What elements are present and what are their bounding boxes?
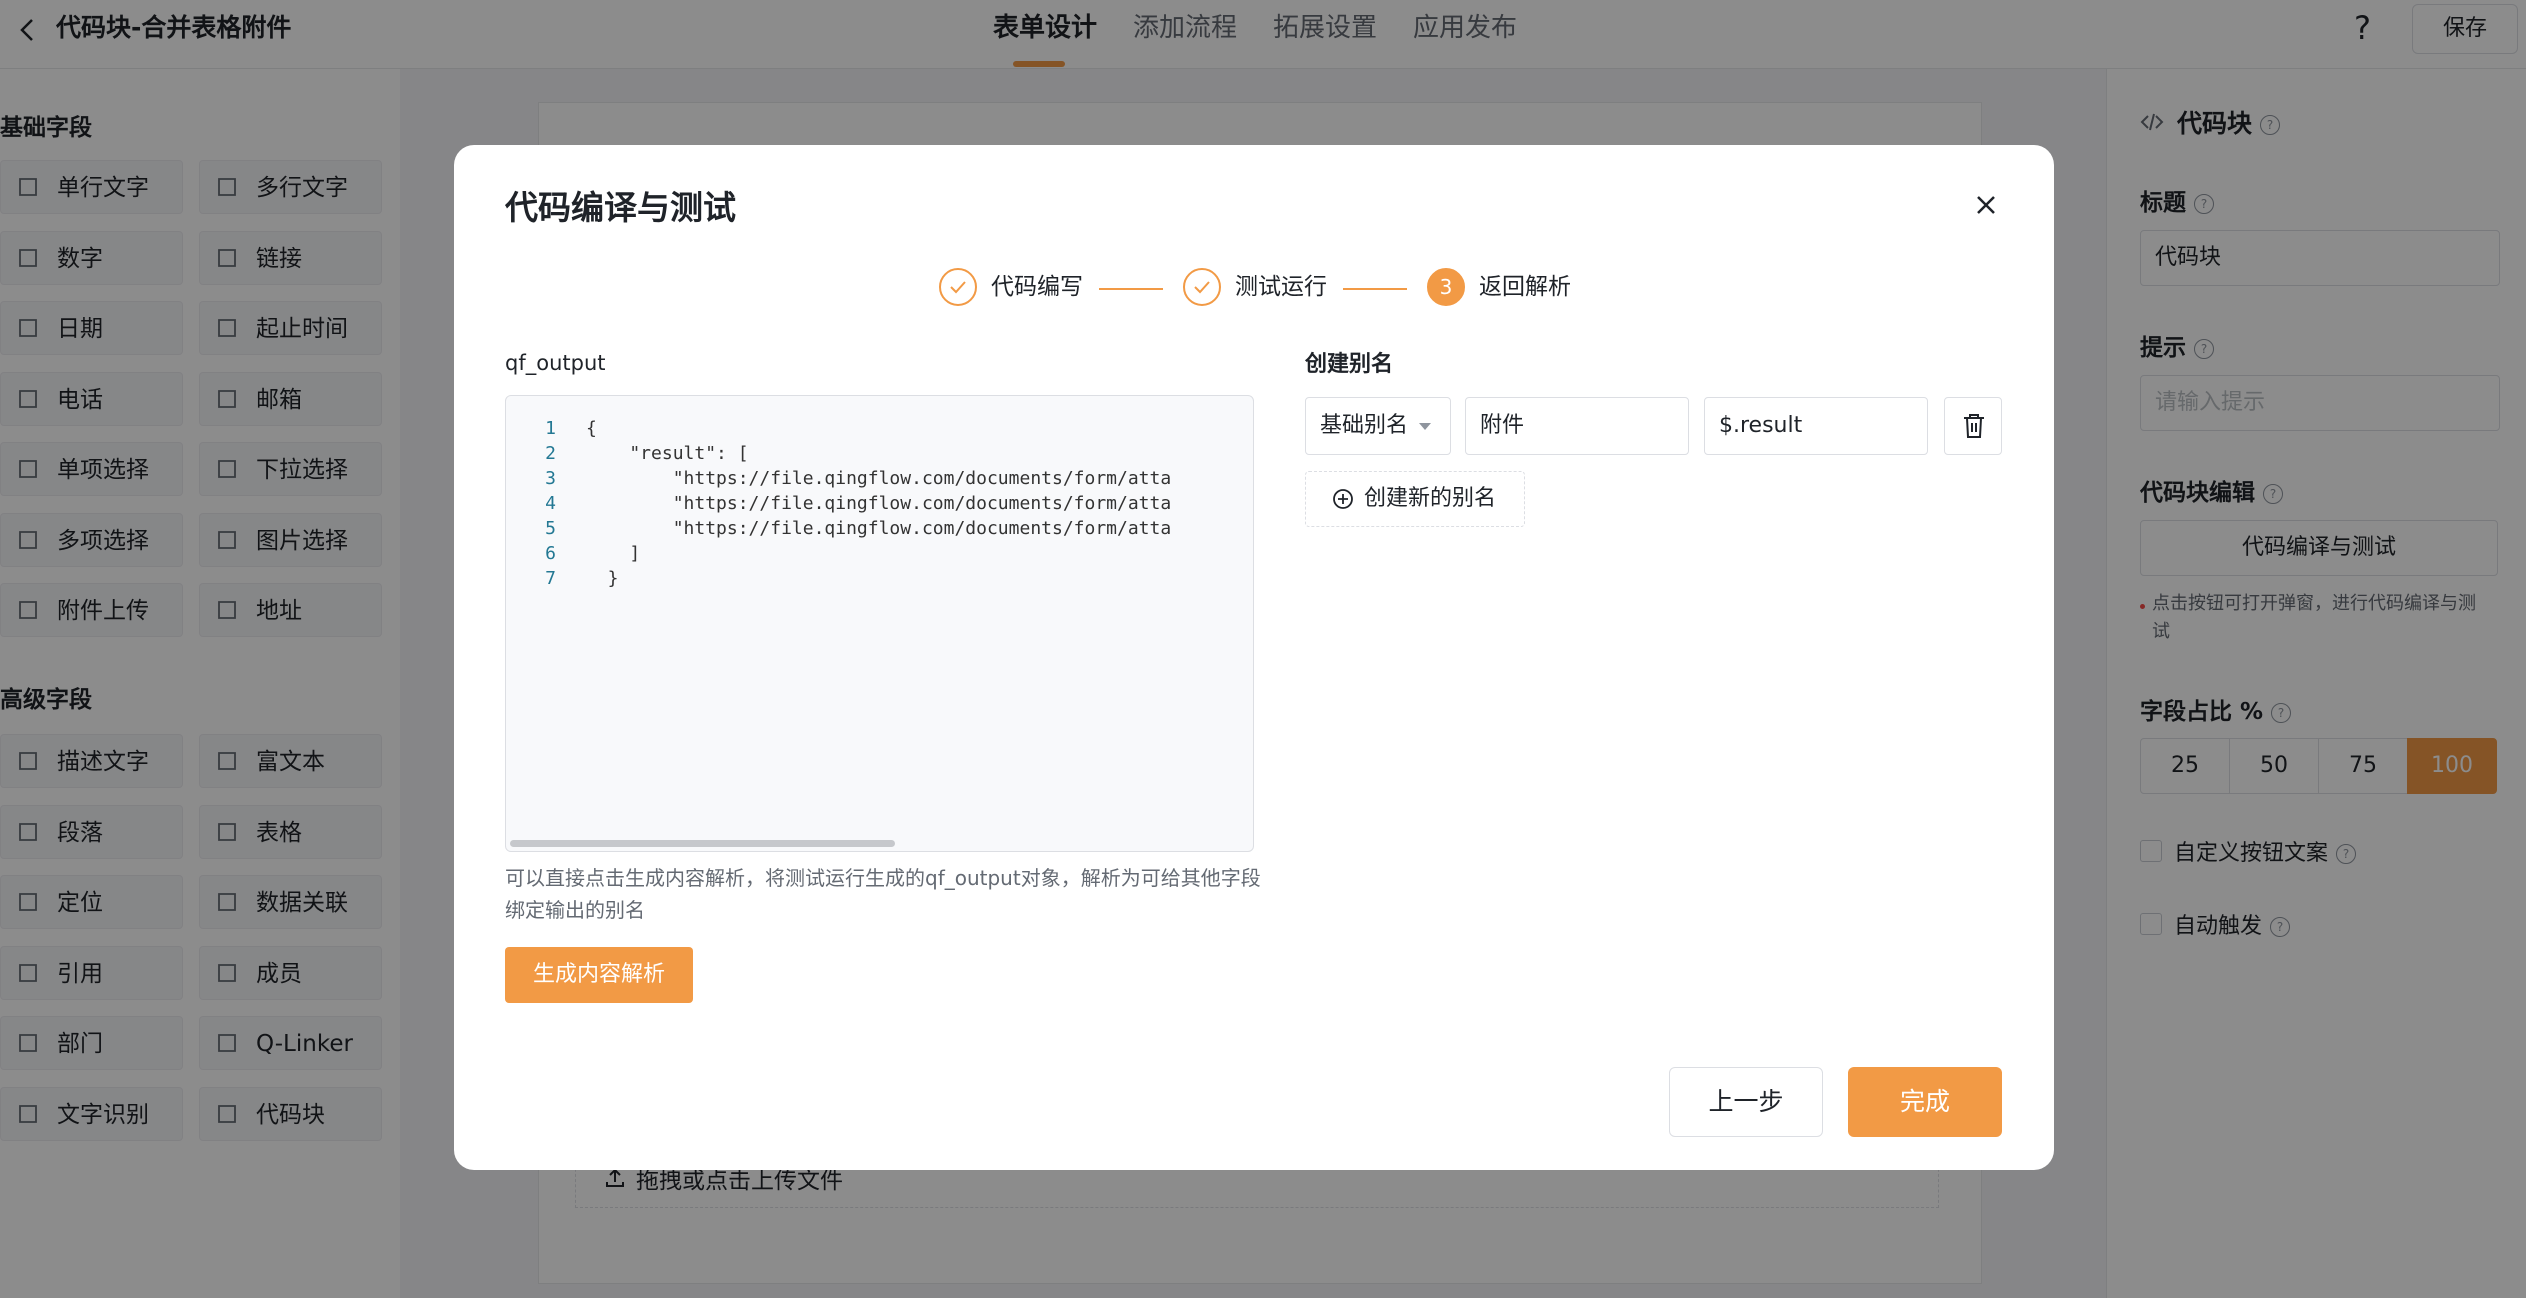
caret-down-icon (1419, 423, 1431, 430)
step-2-done-icon (1183, 268, 1221, 306)
step-3-label: 返回解析 (1479, 274, 1571, 300)
step-2-label: 测试运行 (1235, 274, 1327, 300)
step-1-done-icon (939, 268, 977, 306)
code-output-viewer[interactable]: 1{2 "result": [3 "https://file.qingflow.… (505, 395, 1254, 852)
step-connector (1343, 288, 1407, 290)
code-line: 1{ (506, 416, 1246, 441)
step-connector (1099, 288, 1163, 290)
step-1-label: 代码编写 (991, 274, 1083, 300)
delete-alias-button[interactable] (1944, 397, 2002, 455)
alias-type-value: 基础别名 (1320, 413, 1409, 438)
code-line: 5 "https://file.qingflow.com/documents/f… (506, 516, 1246, 541)
line-number: 5 (545, 518, 556, 539)
code-text: "https://file.qingflow.com/documents/for… (586, 468, 1172, 489)
alias-path-input[interactable]: $.result (1704, 397, 1928, 455)
plus-circle-icon (1333, 489, 1353, 509)
output-title: qf_output (505, 351, 606, 375)
line-number: 2 (545, 443, 556, 464)
previous-step-button[interactable]: 上一步 (1669, 1067, 1823, 1137)
code-text: ] (586, 543, 641, 564)
code-text: "https://file.qingflow.com/documents/for… (586, 493, 1172, 514)
alias-name-input[interactable]: 附件 (1465, 397, 1689, 455)
done-button[interactable]: 完成 (1848, 1067, 2002, 1137)
code-line: 7 } (506, 566, 1246, 591)
alias-title: 创建别名 (1305, 352, 1394, 377)
alias-type-select[interactable]: 基础别名 (1305, 397, 1451, 455)
code-compile-dialog: 代码编译与测试 代码编写 测试运行 3 返回解析 qf_output 1{2 "… (454, 145, 2054, 1170)
code-line: 2 "result": [ (506, 441, 1246, 466)
dialog-title: 代码编译与测试 (505, 188, 736, 227)
line-number: 4 (545, 493, 556, 514)
trash-icon (1964, 414, 1984, 438)
code-text: "https://file.qingflow.com/documents/for… (586, 518, 1172, 539)
line-number: 3 (545, 468, 556, 489)
horizontal-scrollbar[interactable] (510, 840, 895, 847)
step-3-number: 3 (1427, 268, 1465, 306)
close-icon[interactable] (1966, 185, 2006, 225)
code-text: } (586, 568, 619, 589)
code-line: 3 "https://file.qingflow.com/documents/f… (506, 466, 1246, 491)
generate-parse-button[interactable]: 生成内容解析 (505, 947, 693, 1003)
line-number: 7 (545, 568, 556, 589)
add-alias-button[interactable]: 创建新的别名 (1305, 471, 1525, 527)
code-text: { (586, 418, 597, 439)
code-line: 4 "https://file.qingflow.com/documents/f… (506, 491, 1246, 516)
parse-description: 可以直接点击生成内容解析，将测试运行生成的qf_output对象，解析为可给其他… (505, 866, 1261, 922)
add-alias-label: 创建新的别名 (1364, 486, 1497, 511)
code-text: "result": [ (586, 443, 749, 464)
line-number: 1 (545, 418, 556, 439)
code-line: 6 ] (506, 541, 1246, 566)
line-number: 6 (545, 543, 556, 564)
